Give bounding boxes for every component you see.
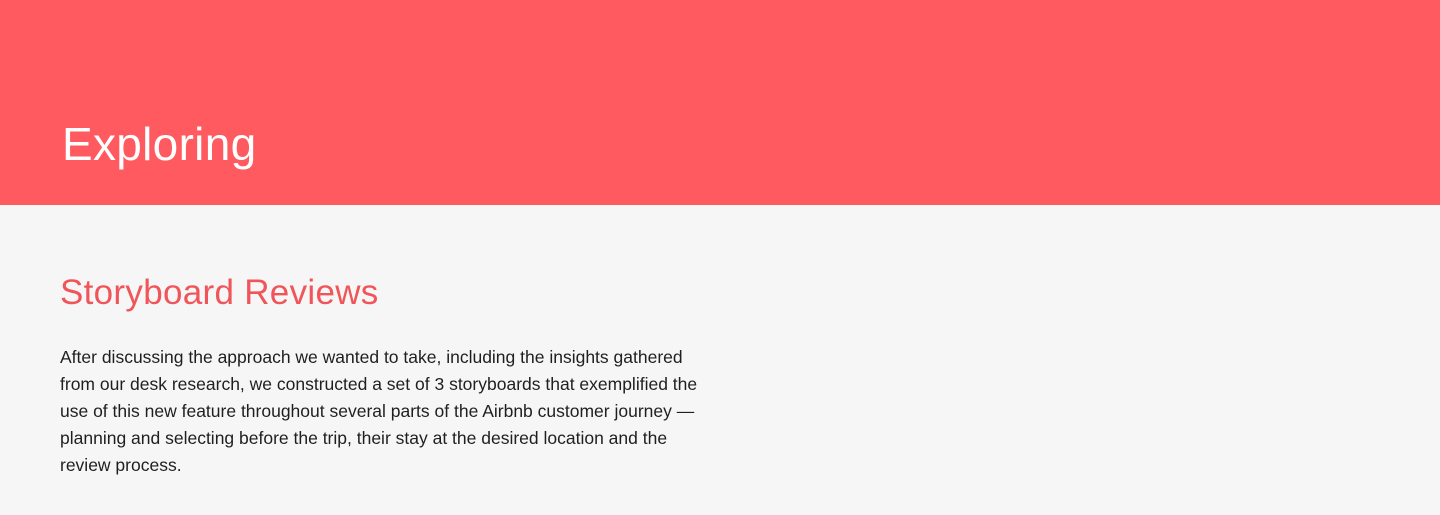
page-title: Exploring xyxy=(62,118,257,170)
section-body-text: After discussing the approach we wanted … xyxy=(60,347,698,475)
section-title: Storyboard Reviews xyxy=(60,273,379,312)
content-section: Storyboard Reviews After discussing the … xyxy=(0,205,1440,515)
hero-banner: Exploring xyxy=(0,0,1440,205)
